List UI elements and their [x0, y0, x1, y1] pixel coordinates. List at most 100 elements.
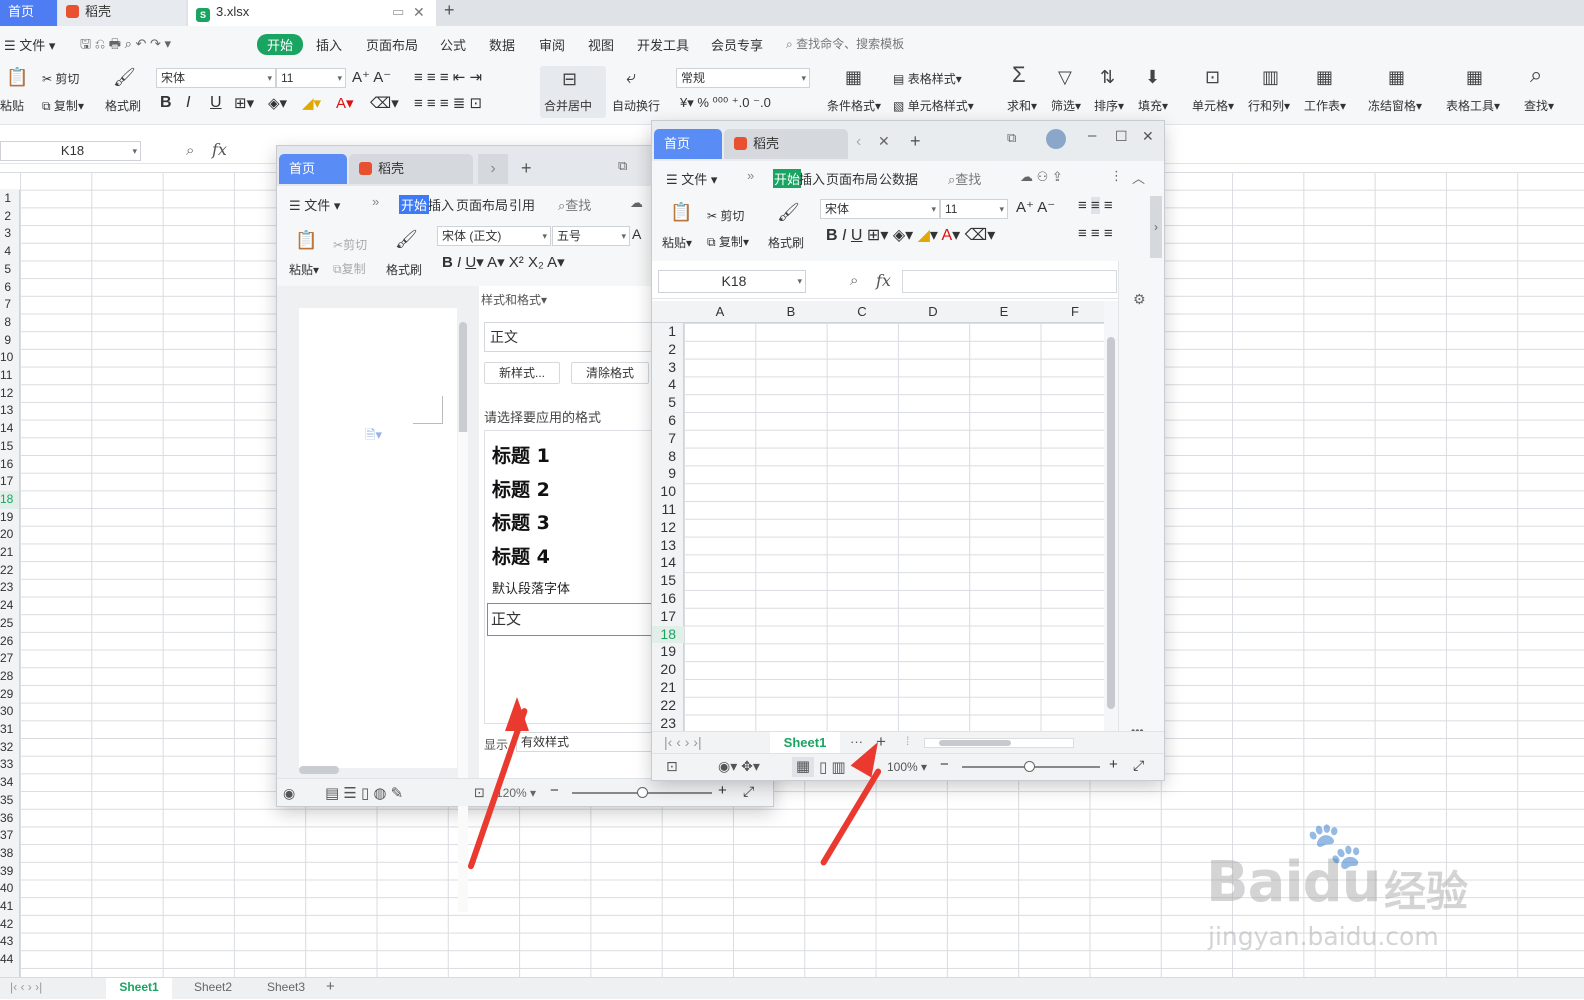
sheet-win-column-B[interactable]: B — [781, 304, 801, 319]
writer-copy-button[interactable]: ⧉复制 — [333, 260, 366, 277]
row-header-33[interactable]: 33 — [0, 756, 19, 774]
sheet-win-tab-home[interactable]: 首页 — [654, 129, 722, 159]
sheet-tab-2[interactable]: Sheet2 — [194, 980, 232, 994]
table-tools-button[interactable]: 表格工具▾ — [1446, 97, 1500, 114]
menu-page-layout[interactable]: 页面布局 — [366, 35, 418, 54]
row-header-34[interactable]: 34 — [0, 774, 19, 792]
cloud-icon[interactable]: ☁ — [630, 195, 643, 211]
writer-font-grow-icon[interactable]: A — [632, 226, 641, 242]
row-header-20[interactable]: 20 — [0, 526, 19, 544]
writer-zoom-select[interactable]: 120% ▾ — [496, 786, 536, 800]
row-header-27[interactable]: 27 — [0, 650, 19, 668]
sheet-win-row-7[interactable]: 7 — [652, 430, 684, 448]
side-panel-tool-icon[interactable]: ⚙ — [1133, 291, 1146, 308]
sheet-win-grid[interactable]: ABCDEF 1 2 3 4 5 6 7 8 9 10 11 12 13 14 15 16 17 18 19 20 21… — [652, 301, 1104, 731]
sheet-win-size-select[interactable]: 11 — [940, 199, 1008, 219]
row-header-26[interactable]: 26 — [0, 633, 19, 651]
row-header-38[interactable]: 38 — [0, 845, 19, 863]
find-icon[interactable]: ⌕ — [1530, 64, 1542, 86]
tab-docer[interactable]: 稻壳 — [58, 0, 186, 26]
table-style-button[interactable]: ▤ 表格样式▾ — [893, 70, 962, 87]
sheet-win-mode-icon[interactable]: ⧉ — [1007, 130, 1016, 146]
sheet-win-tab-sheet1[interactable]: Sheet1 — [770, 732, 840, 754]
row-header-13[interactable]: 13 — [0, 402, 19, 420]
row-header-6[interactable]: 6 — [0, 279, 19, 297]
align-horizontal-icons[interactable]: ≡ ≡ ≡ ≣ ⊡ — [414, 94, 482, 112]
row-header-19[interactable]: 19 — [0, 509, 19, 527]
sheet-win-row-18[interactable]: 18 — [652, 625, 684, 644]
fill-color-icon[interactable]: ◢▾ — [302, 94, 321, 112]
writer-menu-reference[interactable]: 引用 — [509, 195, 535, 214]
sheet-win-zoom-select[interactable]: 100% ▾ — [887, 760, 927, 774]
bold-icon[interactable]: B — [160, 94, 172, 112]
collapse-ribbon-icon[interactable]: ︿ — [1132, 168, 1145, 187]
name-box[interactable]: K18 — [0, 141, 141, 161]
row-header-15[interactable]: 15 — [0, 438, 19, 456]
sheet-win-row-6[interactable]: 6 — [652, 412, 684, 430]
row-header-41[interactable]: 41 — [0, 898, 19, 916]
writer-tab-home[interactable]: 首页 — [279, 154, 347, 184]
row-header-21[interactable]: 21 — [0, 544, 19, 562]
writer-format-painter-icon[interactable]: 🖌 — [395, 230, 418, 248]
sheet-win-row-22[interactable]: 22 — [652, 697, 684, 715]
row-header-2[interactable]: 2 — [0, 208, 19, 226]
wrap-text-icon[interactable]: ⤶ — [626, 68, 636, 86]
sheet-win-halign-icons[interactable]: ≡ ≡ ≡ — [1078, 225, 1113, 242]
sheet-win-row-15[interactable]: 15 — [652, 572, 684, 590]
sheet-win-align-icons[interactable]: ≡ ≡ ≡ — [1078, 197, 1113, 214]
row-header-4[interactable]: 4 — [0, 243, 19, 261]
maximize-icon[interactable]: ☐ — [1115, 128, 1128, 145]
sheet-win-menu-start[interactable]: 开始 — [773, 169, 802, 188]
paste-button[interactable]: 粘贴 — [0, 97, 24, 114]
worksheet-button[interactable]: 工作表▾ — [1304, 97, 1346, 114]
row-header-36[interactable]: 36 — [0, 810, 19, 828]
row-header-18[interactable]: 18 — [0, 490, 19, 509]
writer-font-select[interactable]: 宋体 (正文) — [437, 226, 551, 246]
conditional-format-button[interactable]: 条件格式▾ — [827, 97, 881, 114]
writer-tab-docer[interactable]: 稻壳 — [349, 154, 473, 184]
fx-icon[interactable]: fx — [212, 140, 227, 159]
align-top-icons[interactable]: ≡ ≡ ≡ ⇤ ⇥ — [414, 68, 482, 86]
fit-page-icon[interactable]: ⊡ — [474, 785, 485, 801]
row-header-24[interactable]: 24 — [0, 597, 19, 615]
menu-formula[interactable]: 公式 — [440, 35, 466, 54]
sheet-win-zoom-out[interactable]: − — [940, 756, 949, 773]
sheet-win-menu-insert[interactable]: 插入 — [799, 169, 825, 188]
sheet-win-view-icons[interactable]: ▯ ▥ — [819, 758, 846, 776]
show-style-select[interactable]: 有效样式 — [516, 732, 656, 752]
eye-icon[interactable]: ◉ — [283, 785, 295, 802]
writer-search[interactable]: ⌕查找 — [558, 195, 591, 214]
sort-button[interactable]: 排序▾ — [1094, 97, 1124, 114]
sheet-win-formula-input[interactable] — [902, 270, 1117, 293]
row-header-10[interactable]: 10 — [0, 349, 19, 367]
sheet-win-row-23[interactable]: 23 — [652, 715, 684, 731]
freeze-icon[interactable]: ▦ — [1388, 68, 1405, 86]
tab-xlsx[interactable]: S 3.xlsx ▭ ✕ — [188, 0, 436, 26]
writer-hscroll-thumb[interactable] — [299, 766, 339, 774]
row-header-22[interactable]: 22 — [0, 562, 19, 580]
sheet-win-menu-page-layout[interactable]: 页面布局 — [826, 169, 878, 188]
sheet-win-tab-prev[interactable]: ‹ — [856, 133, 861, 151]
writer-new-tab-button[interactable]: + — [521, 158, 532, 179]
sheet-win-row-21[interactable]: 21 — [652, 679, 684, 697]
style-default-font[interactable]: 默认段落字体 — [492, 578, 570, 597]
sheet-tab-3[interactable]: Sheet3 — [267, 980, 305, 994]
close-window-icon[interactable]: ✕ — [1142, 128, 1154, 145]
row-header-40[interactable]: 40 — [0, 880, 19, 898]
row-header-30[interactable]: 30 — [0, 703, 19, 721]
sheet-win-row-8[interactable]: 8 — [652, 448, 684, 466]
restore-window-icon[interactable]: ▭ — [392, 0, 404, 24]
clear-format-button[interactable]: 清除格式 — [571, 362, 649, 384]
style-normal-selected[interactable]: 正文 — [487, 603, 657, 636]
row-header-7[interactable]: 7 — [0, 296, 19, 314]
new-style-button[interactable]: 新样式... — [484, 362, 560, 384]
writer-paste-icon[interactable]: 📋 — [295, 231, 317, 249]
sheet-win-split-handle[interactable]: ⁞ — [906, 734, 909, 748]
border-icon[interactable]: ⊞▾ — [234, 94, 254, 112]
writer-menu-file[interactable]: ☰ 文件 ▾ — [289, 195, 340, 214]
avatar[interactable] — [1046, 129, 1066, 149]
row-header-14[interactable]: 14 — [0, 420, 19, 438]
menu-data[interactable]: 数据 — [489, 35, 515, 54]
sheet-win-nav-icons[interactable]: |‹ ‹ › ›| — [664, 734, 702, 750]
style-heading-4[interactable]: 标题 4 — [492, 542, 550, 569]
